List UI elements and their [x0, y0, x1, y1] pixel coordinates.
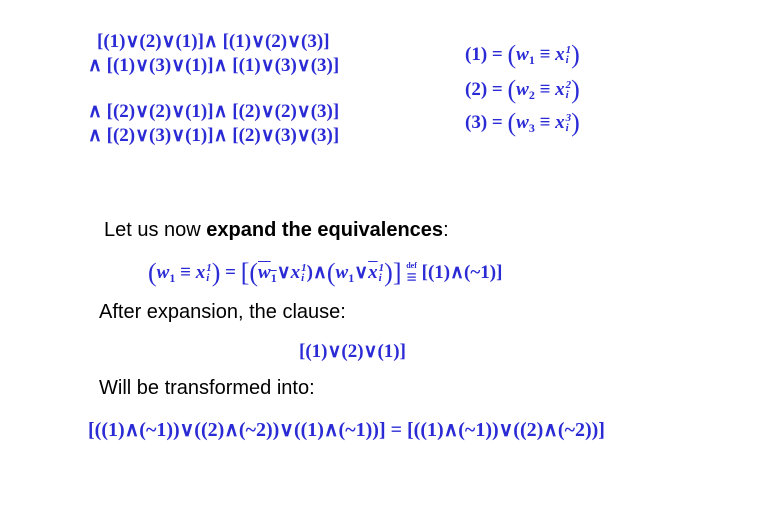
definition-3: (3) = (w3 ≡ x 3 i) [465, 108, 580, 137]
clause-line-1: [(1)∨(2)∨(1)]∧ [(1)∨(2)∨(3)] [97, 31, 330, 52]
expand-instruction: Let us now expand the equivalences: [104, 219, 449, 241]
after-expansion-text: After expansion, the clause: [99, 301, 346, 323]
clause-line-3: ∧ [(2)∨(2)∨(1)]∧ [(2)∨(2)∨(3)] [88, 101, 340, 122]
will-transform-text: Will be transformed into: [99, 377, 315, 399]
definition-2: (2) = (w2 ≡ x 2 i) [465, 75, 580, 104]
clause-line-2: ∧ [(1)∨(3)∨(1)]∧ [(1)∨(3)∨(3)] [88, 55, 340, 76]
definition-1: (1) = (w1 ≡ x 1 i) [465, 40, 580, 69]
transformed-formula: [((1)∧(~1))∨((2)∧(~2))∨((1)∧(~1))] = [((… [88, 419, 605, 441]
expansion-formula: (w1 ≡ x 1 i) = [(w1∨x 1 i)∧(w1∨x 1 i)] def ≡ [(… [148, 258, 503, 287]
clause-line-4: ∧ [(2)∨(3)∨(1)]∧ [(2)∨(3)∨(3)] [88, 125, 340, 146]
example-clause: [(1)∨(2)∨(1)] [299, 341, 406, 362]
